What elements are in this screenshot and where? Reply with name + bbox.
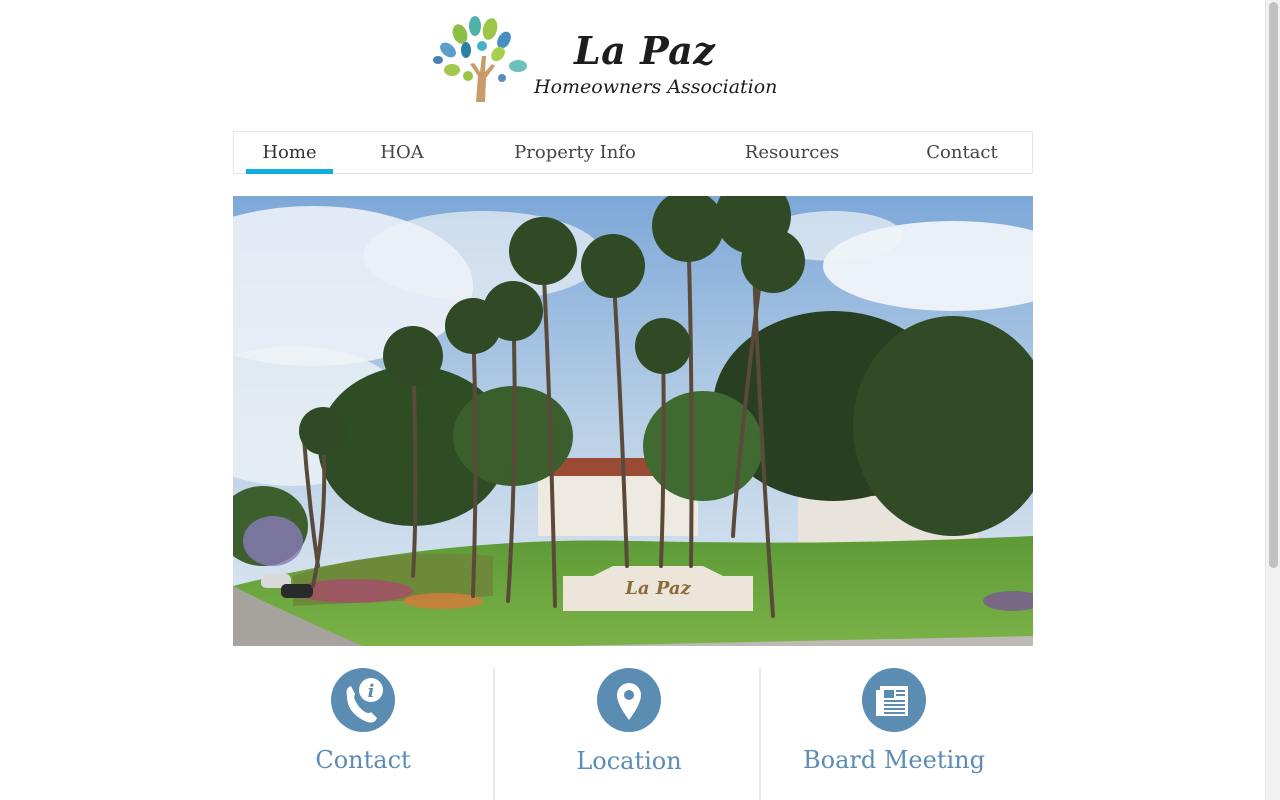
brand-tagline: Homeowners Association — [534, 76, 778, 98]
feature-label: Location — [576, 747, 682, 775]
brand-name: La Paz — [574, 28, 716, 73]
site-logo[interactable]: La Paz Homeowners Association — [430, 14, 777, 106]
nav-item-contact[interactable]: Contact — [918, 132, 1006, 173]
nav-item-property-info[interactable]: Property Info — [502, 132, 648, 173]
active-tab-indicator — [246, 169, 333, 174]
vertical-scrollbar[interactable] — [1265, 0, 1280, 800]
map-pin-icon — [597, 668, 661, 732]
feature-label: Board Meeting — [803, 746, 985, 774]
entrance-sign-text: La Paz — [624, 578, 691, 599]
nav-item-label: Property Info — [514, 142, 636, 163]
feature-location[interactable]: Location — [497, 668, 761, 800]
tree-logo-icon — [433, 16, 527, 102]
nav-item-resources[interactable]: Resources — [734, 132, 850, 173]
nav-item-label: Resources — [744, 142, 840, 163]
feature-label: Contact — [315, 746, 411, 774]
nav-item-label: HOA — [380, 142, 424, 163]
nav-item-label: Home — [262, 142, 317, 163]
feature-board-meeting[interactable]: Board Meeting — [762, 668, 1026, 800]
hero-image: La Paz — [233, 196, 1033, 646]
nav-item-home[interactable]: Home — [246, 132, 333, 174]
svg-text:i: i — [368, 681, 375, 702]
nav-item-label: Contact — [926, 142, 998, 163]
scrollbar-thumb[interactable] — [1269, 2, 1278, 568]
nav-item-hoa[interactable]: HOA — [364, 132, 440, 173]
main-nav: Home HOA Property Info Resources Contact — [233, 131, 1033, 174]
feature-contact[interactable]: i Contact — [231, 668, 495, 800]
divider — [759, 668, 761, 800]
phone-info-icon: i — [331, 668, 395, 732]
newspaper-icon — [862, 668, 926, 732]
divider — [493, 668, 495, 800]
